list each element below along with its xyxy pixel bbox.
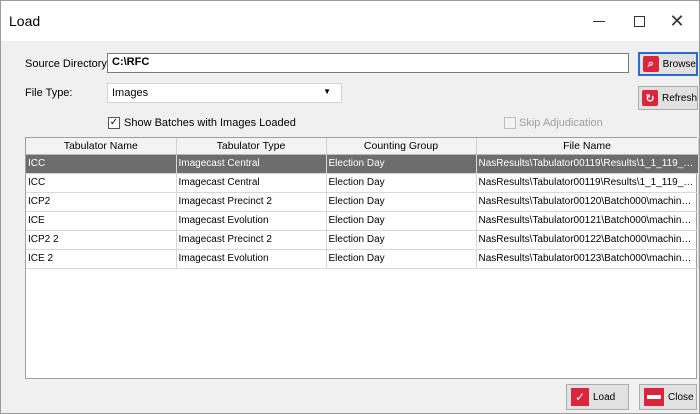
skip-adjudication-checkbox[interactable] — [504, 117, 516, 129]
table-cell: ICP2 — [26, 192, 177, 212]
column-header[interactable]: Counting Group — [326, 138, 477, 155]
table-cell: NasResults\Tabulator00120\Batch000\machi… — [476, 192, 699, 212]
table-cell: Election Day — [326, 211, 477, 231]
load-label: Load — [593, 391, 616, 403]
table-cell: NasResults\Tabulator00123\Batch000\machi… — [476, 249, 699, 269]
table-cell: NasResults\Tabulator00122\Batch000\machi… — [476, 230, 699, 250]
table-row[interactable]: ICC Imagecast Central Election Day NasRe… — [26, 173, 699, 193]
checkmark-icon: ✓ — [571, 388, 589, 406]
table-cell: Imagecast Central — [176, 154, 327, 174]
table-cell: ICP2 2 — [26, 230, 177, 250]
refresh-label: Refresh — [661, 92, 697, 104]
table-row[interactable]: ICE 2 Imagecast Evolution Election Day N… — [26, 249, 699, 269]
table-cell: Imagecast Evolution — [176, 211, 327, 231]
show-batches-checkbox[interactable]: ✓ — [108, 117, 120, 129]
table-cell: Imagecast Central — [176, 173, 327, 193]
refresh-icon: ↻ — [642, 90, 658, 106]
table-cell: Imagecast Precinct 2 — [176, 192, 327, 212]
table-cell: NasResults\Tabulator00119\Results\1_1_11… — [476, 154, 699, 174]
close-label: Close — [668, 391, 694, 403]
table-cell: Election Day — [326, 249, 477, 269]
table-cell: ICE 2 — [26, 249, 177, 269]
table-cell: ICE — [26, 211, 177, 231]
load-dialog: Load ✕ Source Directory: C:\RFC ⌕ Browse… — [0, 0, 700, 414]
refresh-button[interactable]: ↻ Refresh — [638, 86, 698, 110]
minimize-icon — [593, 20, 605, 22]
table-row[interactable]: ICE Imagecast Evolution Election Day Nas… — [26, 211, 699, 231]
column-header[interactable]: Tabulator Name — [26, 138, 177, 155]
table-cell: Election Day — [326, 154, 477, 174]
show-batches-label: Show Batches with Images Loaded — [124, 117, 296, 129]
table-header-row: Tabulator Name Tabulator Type Counting G… — [26, 138, 699, 155]
close-icon: ✕ — [669, 10, 685, 31]
source-directory-label: Source Directory: — [25, 58, 110, 70]
table-cell: Imagecast Evolution — [176, 249, 327, 269]
column-header[interactable]: File Name — [476, 138, 699, 155]
maximize-button[interactable] — [619, 5, 659, 37]
file-type-select[interactable]: Images ▼ — [107, 83, 342, 103]
table-cell: NasResults\Tabulator00119\Results\1_1_11… — [476, 173, 699, 193]
browse-button[interactable]: ⌕ Browse — [638, 52, 698, 76]
window-title: Load — [9, 13, 41, 29]
column-header[interactable]: Tabulator Type — [176, 138, 327, 155]
table-cell: Election Day — [326, 192, 477, 212]
close-button[interactable]: Close — [639, 384, 697, 410]
table-cell: Imagecast Precinct 2 — [176, 230, 327, 250]
table-cell: ICC — [26, 173, 177, 193]
table-cell: ICC — [26, 154, 177, 174]
table-row[interactable]: ICP2 2 Imagecast Precinct 2 Election Day… — [26, 230, 699, 250]
table-cell: Election Day — [326, 230, 477, 250]
close-window-button[interactable]: ✕ — [657, 5, 697, 37]
table-cell: NasResults\Tabulator00121\Batch000\machi… — [476, 211, 699, 231]
exit-icon — [644, 388, 664, 406]
maximize-icon — [633, 15, 645, 27]
table-row[interactable]: ICP2 Imagecast Precinct 2 Election Day N… — [26, 192, 699, 212]
browse-label: Browse — [662, 58, 696, 70]
file-type-value: Images — [112, 87, 149, 99]
table-cell: Election Day — [326, 173, 477, 193]
skip-adjudication-label: Skip Adjudication — [519, 117, 603, 129]
minimize-button[interactable] — [579, 5, 619, 37]
title-bar: Load ✕ — [1, 1, 699, 41]
search-icon: ⌕ — [643, 56, 659, 72]
chevron-down-icon: ▼ — [323, 87, 331, 96]
batches-table: Tabulator Name Tabulator Type Counting G… — [25, 137, 699, 379]
source-directory-input[interactable]: C:\RFC — [107, 53, 629, 73]
load-button[interactable]: ✓ Load — [566, 384, 629, 410]
file-type-label: File Type: — [25, 87, 73, 99]
table-row[interactable]: ICC Imagecast Central Election Day NasRe… — [26, 154, 699, 174]
